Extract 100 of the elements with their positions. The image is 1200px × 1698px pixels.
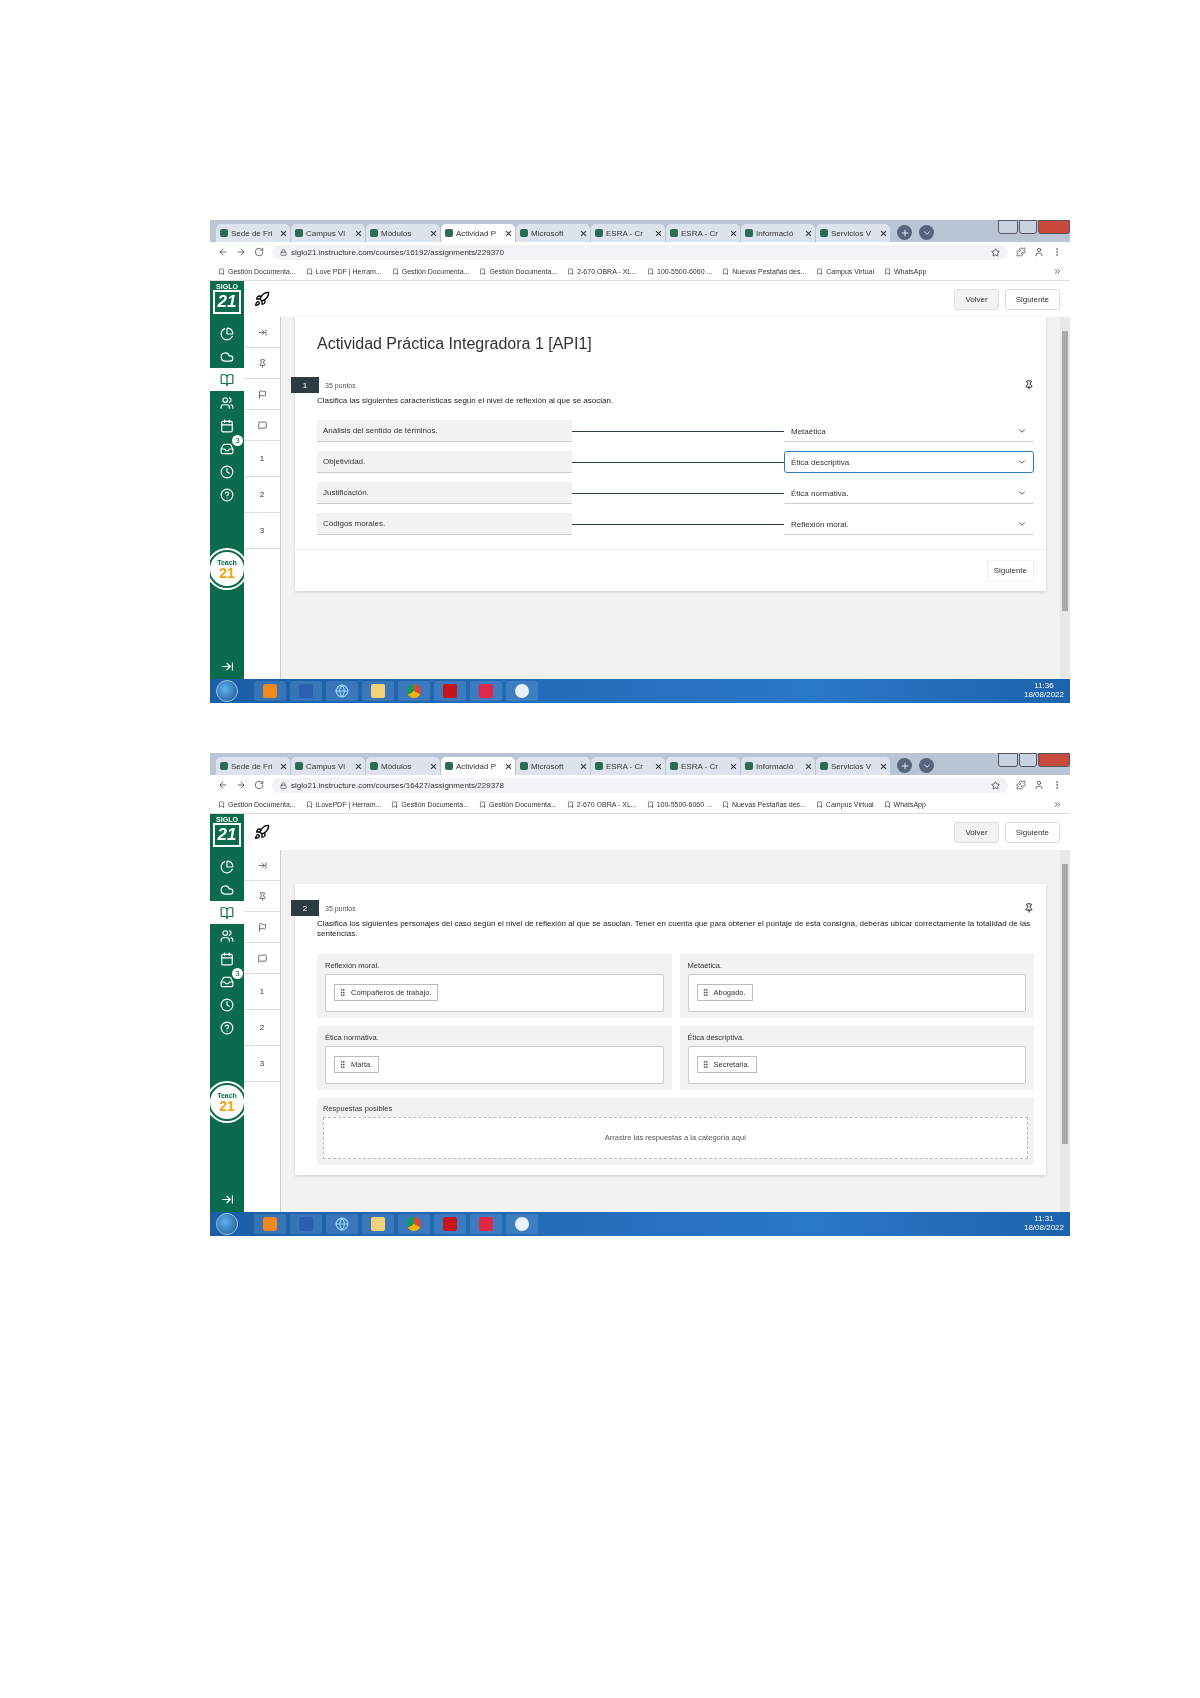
next-button[interactable]: Siguiente [1004,821,1060,843]
browser-tab[interactable]: Actividad P [441,224,515,242]
term-label: Objetividad. [317,451,572,474]
reload-icon[interactable] [254,247,264,257]
browser-tab[interactable]: ESRA - Cr [666,757,740,775]
question-link[interactable]: 3 [244,1046,280,1082]
bookmark-icon [567,267,575,275]
profile-icon[interactable] [1034,780,1044,790]
browser-tab[interactable]: ESRA - Cr [591,757,665,775]
grip-icon [338,1060,347,1070]
question-link[interactable]: 2 [244,477,280,513]
puzzle-icon[interactable] [1016,247,1026,257]
star-icon[interactable] [991,247,1000,257]
pin-icon[interactable] [1024,380,1034,390]
browser-tab[interactable]: ESRA - Cr [591,224,665,242]
comment-icon[interactable] [257,420,267,430]
bookmark-icon [305,267,313,275]
address-field[interactable]: siglo21.instructure.com/courses/16192/assignments/229370 [272,244,1008,260]
tab-search-button[interactable] [919,758,934,773]
close-icon[interactable] [881,230,886,236]
more-bookmarks-icon[interactable] [1053,799,1062,809]
expand-icon[interactable] [257,327,267,337]
calendar-icon [220,951,234,966]
browser-tab[interactable]: Sede de Fri [216,224,290,242]
browser-tab[interactable]: Informació [741,224,815,242]
favicon-icon [595,229,603,237]
next-button[interactable]: Siguiente [1004,288,1060,310]
pie-chart-icon [220,859,234,874]
help-icon [220,487,234,502]
comment-icon[interactable] [257,953,267,963]
star-icon[interactable] [991,780,1000,790]
new-tab-button[interactable] [897,758,912,773]
question-link[interactable]: 1 [244,441,280,477]
browser-tab[interactable]: Sede de Fri [216,757,290,775]
maximize-button[interactable] [1019,220,1037,234]
start-button[interactable] [216,680,238,702]
question-prompt: Clasifica las siguientes características según el nivel de reflexión al que se asocian. [317,396,615,407]
start-button[interactable] [216,1213,238,1235]
back-button[interactable]: Volver [954,288,999,310]
bookmark-icon [391,267,399,275]
favicon-icon [445,762,453,770]
browser-tab[interactable]: Microsoft [516,224,590,242]
profile-icon[interactable] [1034,247,1044,257]
tab-search-button[interactable] [919,225,934,240]
favicon-icon [820,229,828,237]
help-icon [220,1020,234,1035]
more-bookmarks-icon[interactable] [1053,266,1062,276]
back-icon[interactable] [218,780,228,790]
expand-icon[interactable] [220,660,234,673]
forward-icon[interactable] [236,247,246,257]
browser-tab[interactable]: Servicios V [816,757,890,775]
favicon-icon [595,762,603,770]
pin-icon[interactable] [1024,903,1034,913]
next-button[interactable]: Siguiente [986,560,1034,582]
globe-icon[interactable] [326,1214,358,1234]
browser-tab[interactable]: Informació [741,757,815,775]
rocket-icon[interactable] [254,291,270,307]
question-link[interactable]: 1 [244,974,280,1010]
browser-tab[interactable]: Módulos [366,224,440,242]
rocket-icon[interactable] [254,824,270,840]
bookmark-icon [816,267,824,275]
browser-tab[interactable]: Servicios V [816,224,890,242]
new-tab-button[interactable] [897,225,912,240]
browser-tab[interactable]: Campus Vi [291,224,365,242]
rail-item[interactable]: 3 [210,437,244,460]
browser-tab[interactable]: ESRA - Cr [666,224,740,242]
question-number: 1 [291,377,319,393]
forward-icon[interactable] [236,780,246,790]
maximize-button[interactable] [1019,753,1037,767]
answer-dropdown[interactable]: Ética descriptiva [784,451,1034,474]
cloud-icon [220,349,234,364]
address-field[interactable]: siglo21.instructure.com/courses/16427/assignments/229378 [272,777,1008,793]
minimize-button[interactable] [998,220,1018,234]
flag-icon[interactable] [257,922,267,932]
question-link[interactable]: 3 [244,513,280,549]
close-icon[interactable] [431,763,436,769]
flag-icon[interactable] [257,389,267,399]
browser-tab[interactable]: Microsoft [516,757,590,775]
minimize-button[interactable] [998,753,1018,767]
inbox-icon [220,441,234,456]
reload-icon[interactable] [254,780,264,790]
rail-item[interactable]: 3 [210,970,244,993]
back-icon[interactable] [218,247,228,257]
browser-tab[interactable]: Actividad P [441,757,515,775]
puzzle-icon[interactable] [1016,780,1026,790]
globe-icon[interactable] [326,681,358,701]
close-icon[interactable] [731,230,736,236]
expand-icon[interactable] [257,860,267,870]
expand-icon[interactable] [220,1193,234,1206]
pin-icon[interactable] [257,358,267,368]
back-button[interactable]: Volver [954,821,999,843]
question-link[interactable]: 2 [244,1010,280,1046]
browser-tab[interactable]: Módulos [366,757,440,775]
browser-tab[interactable]: Campus Vi [291,757,365,775]
clock: 11:31 18/08/2022 [1023,1215,1064,1233]
pin-icon[interactable] [257,891,267,901]
clock-icon [220,997,234,1012]
bookmark-icon [646,800,654,808]
close-icon[interactable] [356,763,361,769]
favicon-icon [445,229,453,237]
